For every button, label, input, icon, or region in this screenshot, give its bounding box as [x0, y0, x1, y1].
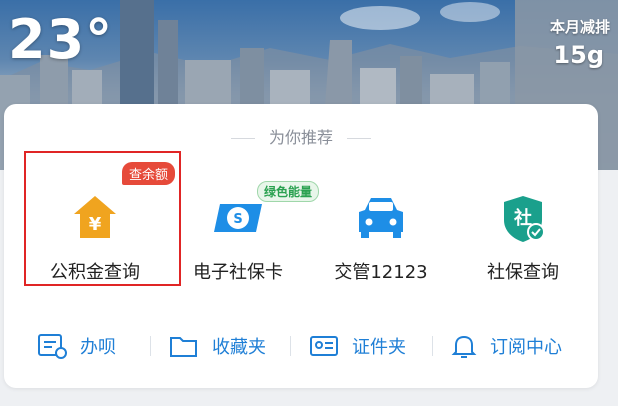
separator [290, 336, 291, 356]
temperature-label: 23° [8, 8, 114, 71]
bell-icon [451, 335, 477, 358]
id-card-icon [310, 336, 338, 356]
bottom-shortcut-bar: 办呗 收藏夹 证件夹 订阅中心 [4, 322, 598, 370]
housing-fund-icon: ¥ [70, 192, 120, 246]
title-divider-left [230, 138, 255, 139]
svg-text:社: 社 [514, 207, 532, 229]
svg-text:S: S [233, 212, 242, 227]
separator [150, 336, 151, 356]
service-traffic-12123[interactable]: 交管12123 [306, 186, 456, 296]
title-divider-right [347, 138, 371, 139]
social-security-card-icon: S [210, 192, 266, 246]
shortcut-subscription-center[interactable]: 订阅中心 [450, 322, 562, 370]
separator [432, 336, 433, 356]
service-social-security-query[interactable]: 社 社保查询 [448, 186, 598, 296]
check-balance-badge: 查余额 [122, 162, 176, 185]
car-icon [355, 192, 407, 246]
shortcut-banbei[interactable]: 办呗 [36, 322, 116, 370]
shortcut-label: 收藏夹 [212, 337, 266, 358]
service-housing-fund[interactable]: ¥ 公积金查询 [20, 186, 170, 296]
svg-text:¥: ¥ [89, 214, 102, 235]
carbon-reduction-label: 本月减排 [549, 18, 610, 36]
shortcut-label: 办呗 [80, 337, 116, 358]
service-label: 电子社保卡 [193, 262, 283, 283]
shortcut-id-wallet[interactable]: 证件夹 [308, 322, 406, 370]
folder-icon [170, 337, 197, 357]
shortcut-label: 订阅中心 [490, 337, 562, 358]
shield-icon: 社 [498, 192, 548, 248]
carbon-reduction-value: 15g [553, 41, 604, 69]
service-label: 交管12123 [334, 262, 428, 283]
recommend-title-text: 为你推荐 [268, 128, 333, 147]
service-social-security-card[interactable]: S 电子社保卡 [163, 186, 313, 296]
recommend-section-title: 为你推荐 [4, 124, 598, 148]
service-label: 公积金查询 [50, 262, 140, 283]
shortcut-favorites[interactable]: 收藏夹 [168, 322, 266, 370]
service-label: 社保查询 [487, 262, 559, 283]
shortcut-label: 证件夹 [352, 337, 406, 358]
carbon-reduction-widget[interactable]: 本月减排 15g [508, 16, 610, 82]
calendar-icon [38, 334, 67, 359]
